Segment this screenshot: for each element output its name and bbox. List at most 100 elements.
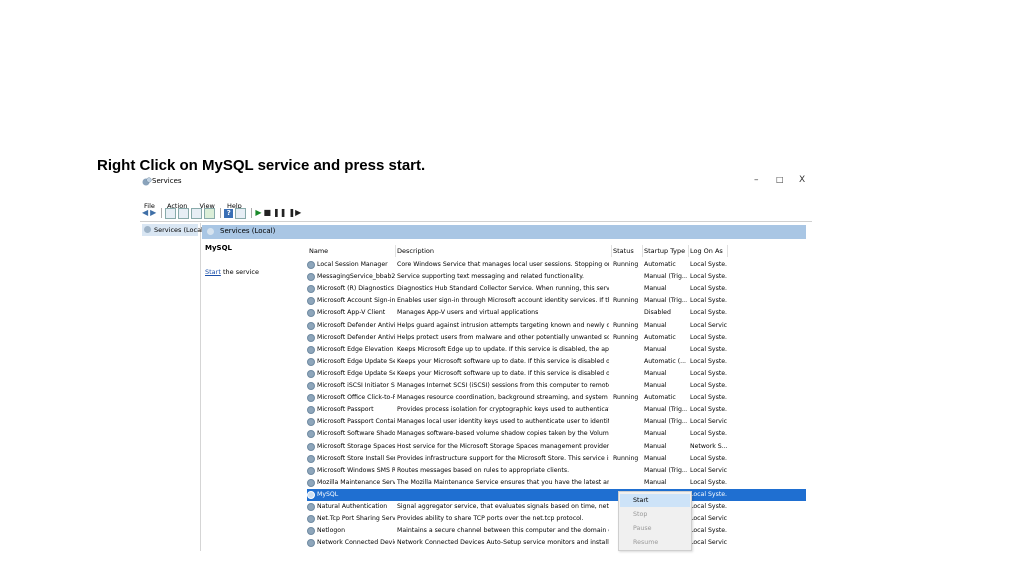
service-row[interactable]: Microsoft Defender Antiviru...Helps guar…	[307, 320, 806, 332]
service-logon: Local Service	[690, 539, 727, 547]
service-logon: Local Syste...	[690, 357, 727, 365]
service-startup: Disabled	[644, 309, 671, 317]
back-arrow-icon[interactable]: ◀	[142, 208, 148, 218]
service-gear-icon	[307, 503, 315, 511]
service-description: The Mozilla Maintenance Service ensures …	[397, 478, 609, 486]
service-row[interactable]: Network Connected Device...Network Conne…	[307, 537, 806, 549]
service-row[interactable]: MessagingService_bbab2 Service supporting…	[307, 271, 806, 283]
start-service-icon[interactable]: ▶	[255, 208, 261, 218]
context-menu-stop: Stop	[633, 511, 648, 518]
service-gear-icon	[307, 394, 315, 403]
service-logon: Network S...	[690, 442, 727, 450]
service-row[interactable]: Microsoft (R) Diagnostics H...Diagnostic…	[307, 283, 806, 295]
service-row[interactable]: Microsoft Edge Update Serv...Keeps your …	[307, 368, 806, 380]
service-name: Local Session Manager	[317, 261, 388, 268]
service-logon: Local Service	[690, 418, 727, 426]
sort-ascending-icon: ⌃	[347, 239, 353, 242]
context-menu-start[interactable]: Start	[620, 494, 690, 507]
service-row[interactable]: Microsoft Passport Provides process isola…	[307, 404, 806, 416]
service-name: Network Connected Device...	[317, 539, 395, 547]
service-description: Routes messages based on rules to approp…	[397, 466, 570, 474]
properties-icon[interactable]	[204, 207, 216, 219]
service-row[interactable]: Microsoft iSCSI Initiator Ser...Manages …	[307, 380, 806, 392]
service-row[interactable]: Local Session Manager Core Windows Servic…	[307, 259, 806, 271]
forward-arrow-icon[interactable]: ▶	[150, 208, 156, 218]
service-description: Network Connected Devices Auto-Setup ser…	[397, 539, 609, 547]
service-gear-icon	[307, 418, 315, 427]
service-startup: Manual	[644, 321, 667, 329]
service-status: Running	[613, 321, 639, 329]
service-row[interactable]: Microsoft Store Install ServiceProvides …	[307, 453, 806, 465]
service-row[interactable]: Net.Tcp Port Sharing ServiceProvides abi…	[307, 513, 806, 525]
service-gear-icon	[307, 382, 315, 390]
service-name: Microsoft Defender Antiviru...	[317, 321, 395, 329]
service-row[interactable]: Microsoft Defender Antiviru...Helps prot…	[307, 332, 806, 344]
export-icon[interactable]	[191, 207, 203, 219]
console-icon[interactable]	[235, 207, 247, 219]
service-row[interactable]: Natural Authentication Signal aggregator …	[307, 501, 806, 513]
service-row[interactable]: Microsoft Software Shadow...Manages soft…	[307, 428, 806, 440]
resume-service-icon[interactable]: ❚▶	[288, 208, 301, 218]
service-description: Provides infrastructure support for the …	[397, 454, 609, 462]
service-name: MySQL	[317, 490, 339, 498]
column-separator[interactable]	[611, 245, 612, 257]
service-logon: Local Syste...	[690, 369, 727, 377]
service-status: Running	[613, 394, 639, 402]
service-status: Running	[613, 333, 639, 341]
service-startup: Manual	[644, 369, 667, 377]
start-service-suffix: the service	[220, 268, 259, 276]
column-header-row: Name Description Status Startup Type Log…	[307, 245, 806, 257]
service-gear-icon	[307, 406, 315, 415]
column-separator[interactable]	[727, 245, 728, 257]
pause-service-icon[interactable]: ❚❚	[273, 208, 286, 218]
service-name: Microsoft iSCSI Initiator Ser...	[317, 382, 395, 389]
service-name: Microsoft Store Install Service	[317, 454, 395, 462]
service-row[interactable]: Microsoft Windows SMS Ro...Routes messag…	[307, 465, 806, 477]
service-logon: Local Syste...	[690, 345, 727, 353]
column-separator[interactable]	[688, 245, 689, 257]
service-logon: Local Syste...	[690, 406, 727, 414]
service-status: Running	[613, 454, 639, 462]
service-gear-icon	[307, 442, 315, 451]
service-row[interactable]: Microsoft Edge Elevation Se...Keeps Micr…	[307, 344, 806, 356]
column-separator[interactable]	[642, 245, 643, 257]
service-row[interactable]: Microsoft Office Click-to-R... Manages re…	[307, 392, 806, 404]
service-gear-icon	[307, 515, 315, 524]
window-title: Services	[152, 177, 182, 185]
title-bar: Services – □ X	[140, 173, 812, 191]
service-row[interactable]: Mozilla Maintenance ServiceThe Mozilla M…	[307, 477, 806, 489]
service-gear-icon	[307, 478, 315, 487]
service-gear-icon	[307, 273, 315, 282]
service-name: Mozilla Maintenance Service	[317, 478, 395, 486]
stop-service-icon[interactable]: ■	[263, 208, 271, 218]
service-row[interactable]: Microsoft Storage Spaces S...Host servic…	[307, 441, 806, 453]
column-header-log-on-as[interactable]: Log On As	[690, 247, 723, 255]
start-service-link[interactable]: Start	[205, 268, 221, 276]
service-row[interactable]: Microsoft Account Sign-in ... Enables use…	[307, 295, 806, 307]
menu-bar: File Action View Help	[144, 193, 249, 210]
column-header-description[interactable]: Description	[397, 247, 434, 255]
service-row[interactable]: MySQL Local Syste...	[307, 488, 806, 501]
tree-item-services-local[interactable]: Services (Local)	[142, 224, 205, 236]
column-header-status[interactable]: Status	[613, 247, 634, 255]
close-button[interactable]: X	[799, 175, 805, 185]
context-menu-pause: Pause	[633, 525, 652, 532]
column-header-startup-type[interactable]: Startup Type	[644, 247, 685, 255]
column-header-name[interactable]: Name	[309, 247, 328, 255]
minimize-button[interactable]: –	[754, 175, 759, 185]
service-startup: Automatic	[644, 333, 676, 341]
show-hide-tree-icon[interactable]	[165, 207, 177, 219]
service-row[interactable]: Microsoft Edge Update Serv...Keeps your …	[307, 356, 806, 368]
context-menu-resume: Resume	[633, 539, 659, 546]
refresh-icon[interactable]	[178, 207, 190, 219]
maximize-button[interactable]: □	[776, 175, 784, 184]
service-gear-icon	[307, 333, 315, 342]
toolbar-divider	[140, 221, 812, 222]
service-row[interactable]: Microsoft Passport ContainerManages loca…	[307, 416, 806, 428]
service-row[interactable]: Microsoft App-V Client Manages App-V user…	[307, 307, 806, 319]
service-logon: Local Syste...	[690, 309, 727, 317]
service-row[interactable]: Netlogon Maintains a secure channel betwe…	[307, 525, 806, 537]
column-separator[interactable]	[395, 245, 396, 257]
help-icon[interactable]: ?	[224, 208, 234, 218]
service-name: Microsoft Passport Container	[317, 418, 395, 426]
